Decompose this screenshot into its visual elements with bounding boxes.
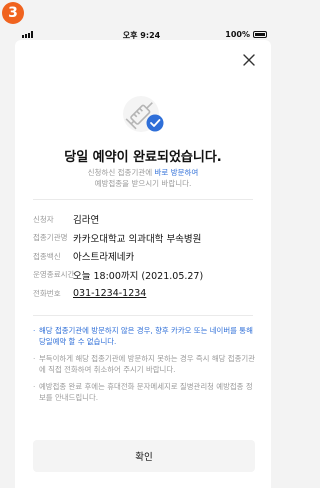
close-icon[interactable] <box>241 52 257 68</box>
info-label: 접종기관명 <box>33 233 68 243</box>
subtitle-line-2: 예방접종을 받으시기 바랍니다. <box>94 179 192 188</box>
reservation-complete-dialog: 당일 예약이 완료되었습니다. 신청하신 접종기관에 바로 방문하여 예방접종을… <box>15 40 271 488</box>
info-label: 전화번호 <box>33 288 61 298</box>
notice-text: 해당 접종기관에 방문하지 않은 경우, 향후 카카오 또는 네이버를 통해 당… <box>39 326 253 346</box>
info-row-applicant: 신청자 김라연 <box>33 210 253 229</box>
info-label: 접종백신 <box>33 251 61 261</box>
notice-item: · 해당 접종기관에 방문하지 않은 경우, 향후 카카오 또는 네이버를 통해 … <box>33 326 255 347</box>
confirm-button[interactable]: 확인 <box>33 440 255 472</box>
info-row-institution: 접종기관명 카카오대학교 의과대학 부속병원 <box>33 229 253 248</box>
reservation-info: 신청자 김라연 접종기관명 카카오대학교 의과대학 부속병원 접종백신 아스트라… <box>33 210 253 303</box>
info-label: 운영종료시간 <box>33 270 75 280</box>
info-row-phone: 전화번호 031-1234-1234 <box>33 284 253 303</box>
info-label: 신청자 <box>33 214 54 224</box>
subtitle-text: 신청하신 접종기관에 <box>87 168 155 177</box>
status-bar: 오후 9:24 100% <box>0 0 283 40</box>
notice-text: 부득이하게 해당 접종기관에 방문하지 못하는 경우 즉시 해당 접종기관에 직… <box>39 354 255 374</box>
notice-item: · 부득이하게 해당 접종기관에 방문하지 못하는 경우 즉시 해당 접종기관에 … <box>33 354 255 374</box>
battery-icon <box>253 31 267 38</box>
notice-list: · 해당 접종기관에 방문하지 않은 경우, 향후 카카오 또는 네이버를 통해 … <box>33 326 255 410</box>
divider <box>33 315 253 316</box>
info-value: 김라연 <box>73 215 100 227</box>
info-value: 카카오대학교 의과대학 부속병원 <box>73 233 202 245</box>
info-row-vaccine: 접종백신 아스트라제네카 <box>33 247 253 266</box>
syringe-check-icon <box>123 96 164 132</box>
dialog-title: 당일 예약이 완료되었습니다. <box>64 150 222 165</box>
info-value: 오늘 18:00까지 (2021.05.27) <box>73 270 204 282</box>
info-value: 아스트라제네카 <box>73 252 135 264</box>
step-badge: 3 <box>2 2 24 24</box>
phone-link[interactable]: 031-1234-1234 <box>73 288 146 299</box>
notice-text: 예방접종 완료 후에는 휴대전화 문자메세지로 질병관리청 예방접종 정보를 안… <box>39 382 253 402</box>
info-row-closing-time: 운영종료시간 오늘 18:00까지 (2021.05.27) <box>33 266 253 285</box>
notice-item: · 예방접종 완료 후에는 휴대전화 문자메세지로 질병관리청 예방접종 정보를 … <box>33 382 255 403</box>
divider <box>33 199 253 200</box>
dialog-subtitle: 신청하신 접종기관에 바로 방문하여 예방접종을 받으시기 바랍니다. <box>15 167 271 189</box>
subtitle-highlight: 바로 방문하여 <box>154 168 199 177</box>
